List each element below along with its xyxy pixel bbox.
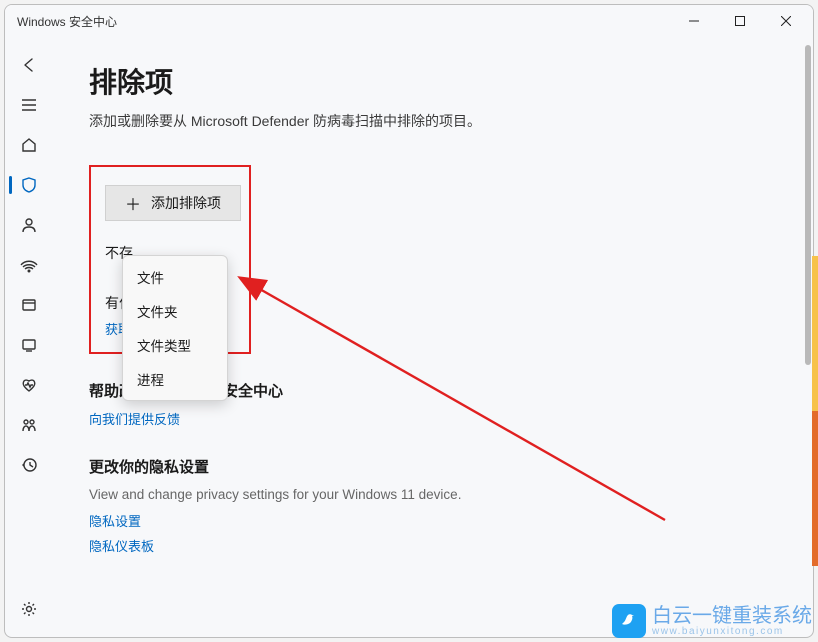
privacy-settings-link[interactable]: 隐私设置 (89, 511, 773, 530)
sidebar-virus-protection[interactable] (9, 167, 49, 203)
maximize-icon (735, 16, 745, 26)
sidebar-device-security[interactable] (9, 327, 49, 363)
sidebar-family-options[interactable] (9, 407, 49, 443)
scrollbar-track[interactable] (801, 45, 811, 631)
feedback-link[interactable]: 向我们提供反馈 (89, 409, 773, 428)
dropdown-item-process[interactable]: 进程 (123, 362, 227, 396)
back-button[interactable] (9, 47, 49, 83)
privacy-section: 更改你的隐私设置 View and change privacy setting… (89, 456, 773, 555)
add-exclusion-dropdown: 文件 文件夹 文件类型 进程 (122, 255, 228, 401)
app-icon (20, 296, 38, 314)
shield-icon (20, 176, 38, 194)
sidebar-home[interactable] (9, 127, 49, 163)
minimize-button[interactable] (671, 5, 717, 37)
sidebar-app-browser[interactable] (9, 287, 49, 323)
security-center-window: Windows 安全中心 (4, 4, 814, 638)
watermark-logo (612, 604, 646, 638)
window-title: Windows 安全中心 (17, 13, 117, 30)
maximize-button[interactable] (717, 5, 763, 37)
add-exclusion-button[interactable]: ＋ 添加排除项 (105, 185, 241, 221)
back-arrow-icon (20, 56, 38, 74)
sidebar-device-performance[interactable] (9, 367, 49, 403)
wifi-icon (20, 256, 38, 274)
plus-icon: ＋ (125, 191, 141, 215)
watermark-text: 白云一键重装系统 (652, 606, 812, 626)
sidebar-account-protection[interactable] (9, 207, 49, 243)
watermark: 白云一键重装系统 www.baiyunxitong.com (612, 604, 812, 638)
privacy-heading: 更改你的隐私设置 (89, 456, 773, 477)
dropdown-item-file[interactable]: 文件 (123, 260, 227, 294)
dropdown-item-folder[interactable]: 文件夹 (123, 294, 227, 328)
person-icon (20, 216, 38, 234)
sidebar-protection-history[interactable] (9, 447, 49, 483)
close-icon (781, 16, 791, 26)
menu-button[interactable] (9, 87, 49, 123)
device-icon (20, 336, 38, 354)
privacy-dashboard-link[interactable]: 隐私仪表板 (89, 536, 773, 555)
hamburger-icon (20, 96, 38, 114)
bird-icon (618, 610, 640, 632)
minimize-icon (689, 16, 699, 26)
watermark-subtext: www.baiyunxitong.com (652, 626, 812, 637)
dropdown-item-filetype[interactable]: 文件类型 (123, 328, 227, 362)
heart-pulse-icon (20, 376, 38, 394)
home-icon (20, 136, 38, 154)
close-button[interactable] (763, 5, 809, 37)
add-exclusion-label: 添加排除项 (151, 193, 221, 213)
sidebar (5, 37, 53, 637)
gear-icon (20, 600, 38, 618)
accent-strip (812, 256, 818, 566)
family-icon (20, 416, 38, 434)
scrollbar-thumb[interactable] (805, 45, 811, 365)
page-description: 添加或删除要从 Microsoft Defender 防病毒扫描中排除的项目。 (89, 111, 773, 131)
sidebar-firewall[interactable] (9, 247, 49, 283)
sidebar-settings[interactable] (9, 591, 49, 627)
page-title: 排除项 (89, 61, 773, 101)
titlebar: Windows 安全中心 (5, 5, 813, 37)
history-icon (20, 456, 38, 474)
privacy-body: View and change privacy settings for you… (89, 485, 773, 505)
